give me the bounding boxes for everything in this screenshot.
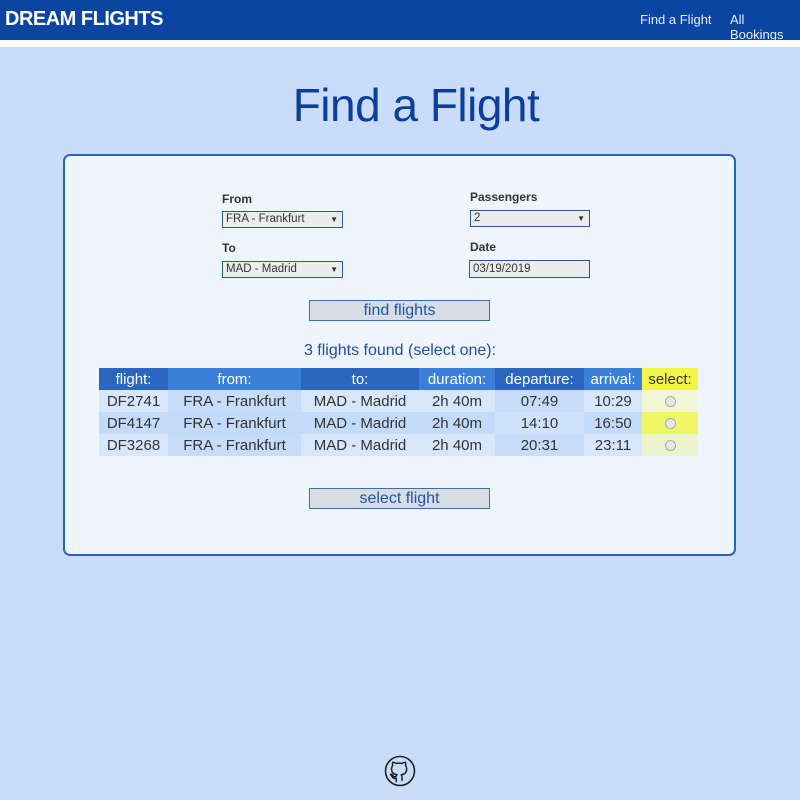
brand-logo[interactable]: DREAM FLIGHTS [5,8,163,31]
passengers-select[interactable]: 2 ▼ [470,210,590,227]
cell-to: MAD - Madrid [301,390,419,412]
nav-all-bookings-link[interactable]: All Bookings [730,12,800,42]
cell-flight: DF3268 [99,434,168,456]
cell-to: MAD - Madrid [301,412,419,434]
select-radio[interactable] [664,440,676,452]
page-title: Find a Flight [292,79,540,131]
column-header-select: select: [642,368,698,390]
date-label: Date [470,240,497,254]
results-summary: 3 flights found (select one): [303,342,497,359]
chevron-down-icon: ▼ [330,215,338,224]
table-row[interactable]: DF3268 FRA - Frankfurt MAD - Madrid 2h 4… [99,434,698,456]
passengers-label: Passengers [470,190,538,204]
column-header-flight: flight: [99,368,168,390]
cell-flight: DF4147 [99,412,168,434]
to-select-value: MAD - Madrid [226,263,297,275]
select-radio[interactable] [664,396,676,408]
cell-departure: 20:31 [495,434,584,456]
passengers-select-value: 2 [474,212,481,224]
flights-table: flight: from: to: duration: departure: a… [99,368,698,456]
cell-departure: 07:49 [495,390,584,412]
cell-flight: DF2741 [99,390,168,412]
from-select-value: FRA - Frankfurt [226,213,305,225]
select-radio[interactable] [664,418,676,430]
cell-to: MAD - Madrid [301,434,419,456]
navbar-divider [0,40,800,47]
column-header-duration: duration: [419,368,495,390]
cell-duration: 2h 40m [419,412,495,434]
select-flight-button[interactable]: select flight [309,488,490,509]
column-header-to: to: [301,368,419,390]
cell-select [642,390,698,412]
cell-select [642,412,698,434]
column-header-arrival: arrival: [584,368,642,390]
column-header-from: from: [168,368,301,390]
date-input[interactable]: 03/19/2019 [469,260,590,278]
cell-select [642,434,698,456]
find-flights-button[interactable]: find flights [309,300,490,321]
to-label: To [222,241,236,255]
navbar: DREAM FLIGHTS Find a Flight All Bookings [0,0,800,42]
from-label: From [222,192,252,206]
cell-departure: 14:10 [495,412,584,434]
to-select[interactable]: MAD - Madrid ▼ [222,261,343,278]
chevron-down-icon: ▼ [577,214,585,223]
from-select[interactable]: FRA - Frankfurt ▼ [222,211,343,228]
table-row[interactable]: DF2741 FRA - Frankfurt MAD - Madrid 2h 4… [99,390,698,412]
cell-duration: 2h 40m [419,390,495,412]
cell-from: FRA - Frankfurt [168,412,301,434]
github-icon[interactable] [384,755,416,787]
table-row[interactable]: DF4147 FRA - Frankfurt MAD - Madrid 2h 4… [99,412,698,434]
cell-arrival: 10:29 [584,390,642,412]
column-header-departure: departure: [495,368,584,390]
cell-from: FRA - Frankfurt [168,434,301,456]
cell-from: FRA - Frankfurt [168,390,301,412]
nav-find-flight-link[interactable]: Find a Flight [640,12,712,27]
chevron-down-icon: ▼ [330,265,338,274]
cell-arrival: 23:11 [584,434,642,456]
table-header-row: flight: from: to: duration: departure: a… [99,368,698,390]
cell-arrival: 16:50 [584,412,642,434]
cell-duration: 2h 40m [419,434,495,456]
